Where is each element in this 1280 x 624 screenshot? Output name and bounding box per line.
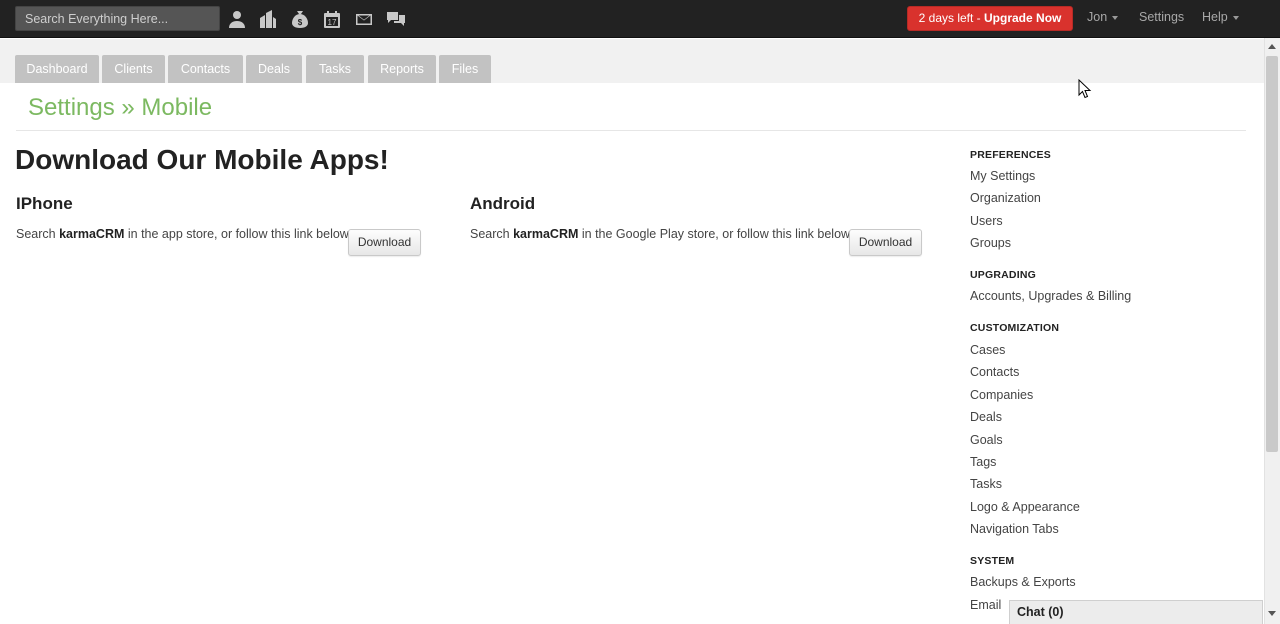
sidebar-item-tasks[interactable]: Tasks xyxy=(970,477,1002,491)
sidebar-item-logo-appearance[interactable]: Logo & Appearance xyxy=(970,500,1080,514)
sidebar-heading-customization: CUSTOMIZATION xyxy=(970,322,1060,334)
calendar-icon[interactable]: 17 xyxy=(321,8,343,30)
android-download-button[interactable]: Download xyxy=(849,229,922,256)
iphone-desc-pre: Search xyxy=(16,227,60,241)
scroll-down-arrow-icon[interactable] xyxy=(1264,605,1280,621)
mouse-cursor-icon xyxy=(1078,79,1092,99)
upgrade-now-label: Upgrade Now xyxy=(984,11,1062,25)
chevron-down-icon xyxy=(1112,15,1119,20)
sidebar-item-accounts-upgrades-billing[interactable]: Accounts, Upgrades & Billing xyxy=(970,289,1131,303)
header-divider xyxy=(16,130,1246,131)
tab-contacts[interactable]: Contacts xyxy=(168,55,243,83)
global-search-input[interactable] xyxy=(15,6,220,31)
sidebar-item-contacts[interactable]: Contacts xyxy=(970,365,1019,379)
sidebar-heading-upgrading: UPGRADING xyxy=(970,269,1036,281)
upgrade-now-button[interactable]: 2 days left - Upgrade Now xyxy=(907,6,1073,31)
tab-deals[interactable]: Deals xyxy=(246,55,302,83)
android-desc-pre: Search xyxy=(470,227,514,241)
iphone-description: Search karmaCRM in the app store, or fol… xyxy=(16,227,352,241)
sidebar-item-organization[interactable]: Organization xyxy=(970,191,1041,205)
sidebar-item-navigation-tabs[interactable]: Navigation Tabs xyxy=(970,522,1059,536)
android-description: Search karmaCRM in the Google Play store… xyxy=(470,227,853,241)
sidebar-item-cases[interactable]: Cases xyxy=(970,343,1005,357)
scroll-up-arrow-icon[interactable] xyxy=(1264,38,1280,54)
iphone-download-button[interactable]: Download xyxy=(348,229,421,256)
android-desc-brand: karmaCRM xyxy=(513,227,579,241)
sidebar-item-my-settings[interactable]: My Settings xyxy=(970,169,1035,183)
scrollbar-thumb[interactable] xyxy=(1266,56,1278,452)
android-heading: Android xyxy=(470,194,536,213)
chat-bubbles-icon[interactable] xyxy=(385,8,407,30)
iphone-heading: IPhone xyxy=(16,194,73,213)
contacts-icon[interactable] xyxy=(226,8,248,30)
iphone-desc-post: in the app store, or follow this link be… xyxy=(124,227,352,241)
user-menu[interactable]: Jon xyxy=(1087,10,1119,24)
mail-icon[interactable] xyxy=(353,8,375,30)
sidebar-item-companies[interactable]: Companies xyxy=(970,388,1033,402)
android-desc-post: in the Google Play store, or follow this… xyxy=(578,227,853,241)
sidebar-heading-preferences: PREFERENCES xyxy=(970,149,1051,161)
companies-icon[interactable] xyxy=(257,8,279,30)
tab-clients[interactable]: Clients xyxy=(102,55,165,83)
deals-icon[interactable]: $ xyxy=(289,8,311,30)
breadcrumb: Settings » Mobile xyxy=(28,94,213,121)
page-title: Download Our Mobile Apps! xyxy=(15,144,389,175)
iphone-desc-brand: karmaCRM xyxy=(59,227,125,241)
help-menu[interactable]: Help xyxy=(1202,10,1239,24)
chevron-down-icon xyxy=(1232,15,1239,20)
tab-files[interactable]: Files xyxy=(439,55,491,83)
chat-widget[interactable]: Chat (0) xyxy=(1009,600,1263,624)
sidebar-item-email[interactable]: Email xyxy=(970,598,1001,612)
svg-text:$: $ xyxy=(298,18,303,27)
tab-reports[interactable]: Reports xyxy=(368,55,436,83)
sidebar-item-groups[interactable]: Groups xyxy=(970,236,1011,250)
sidebar-item-goals[interactable]: Goals xyxy=(970,433,1003,447)
page: $ 17 2 days left - Upgrade Now Jon Setti… xyxy=(0,0,1280,624)
settings-link[interactable]: Settings xyxy=(1139,10,1184,24)
user-name: Jon xyxy=(1087,10,1108,24)
tab-dashboard[interactable]: Dashboard xyxy=(15,55,99,83)
sidebar-item-backups-exports[interactable]: Backups & Exports xyxy=(970,575,1076,589)
tab-tasks[interactable]: Tasks xyxy=(306,55,364,83)
top-navigation-bar: $ 17 2 days left - Upgrade Now Jon Setti… xyxy=(0,0,1280,38)
sidebar-item-tags[interactable]: Tags xyxy=(970,455,996,469)
sidebar-heading-system: SYSTEM xyxy=(970,555,1015,567)
main-tab-strip: Dashboard Clients Contacts Deals Tasks R… xyxy=(0,39,1264,83)
sidebar-item-users[interactable]: Users xyxy=(970,214,1003,228)
svg-text:17: 17 xyxy=(328,18,337,27)
help-label: Help xyxy=(1202,10,1228,24)
trial-days-left-text: 2 days left - xyxy=(918,11,985,25)
sidebar-item-deals[interactable]: Deals xyxy=(970,410,1002,424)
